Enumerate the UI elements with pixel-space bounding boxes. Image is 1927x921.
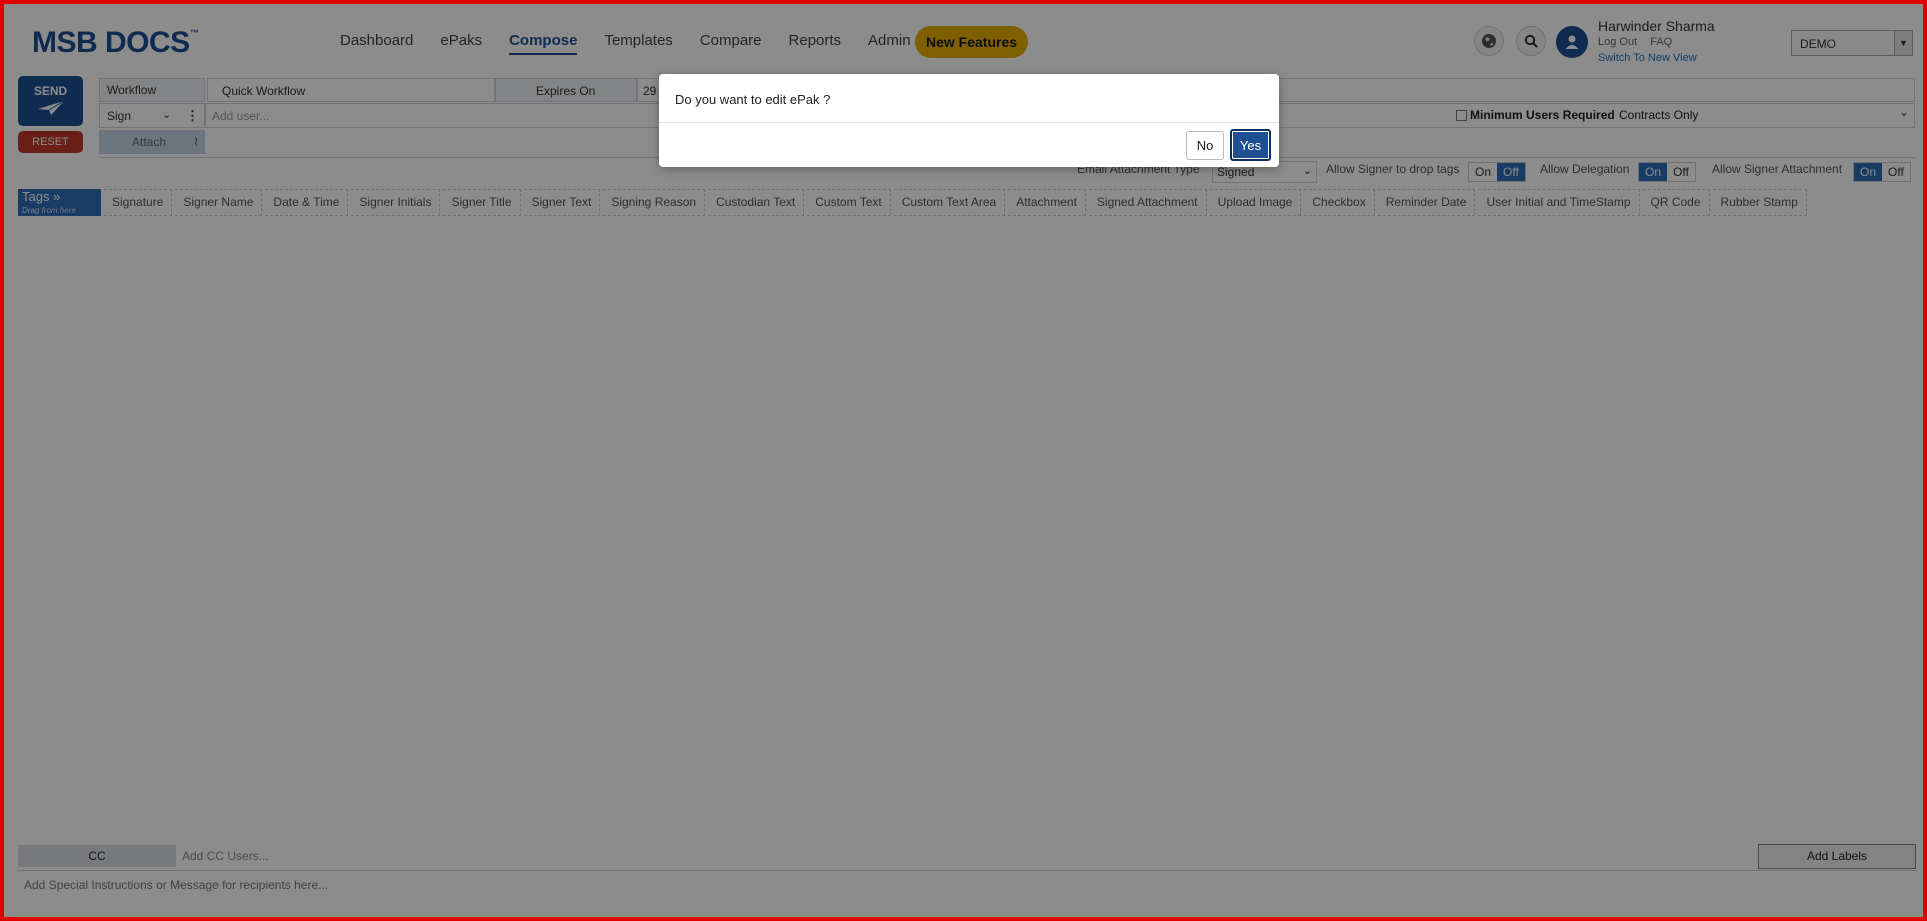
dialog-divider — [659, 122, 1279, 123]
dialog-message: Do you want to edit ePak ? — [675, 92, 831, 107]
no-button[interactable]: No — [1186, 131, 1224, 160]
confirm-dialog: Do you want to edit ePak ? No Yes — [659, 74, 1279, 167]
app-frame: MSB DOCS™ Dashboard ePaks Compose Templa… — [0, 0, 1927, 921]
yes-button[interactable]: Yes — [1230, 129, 1271, 161]
